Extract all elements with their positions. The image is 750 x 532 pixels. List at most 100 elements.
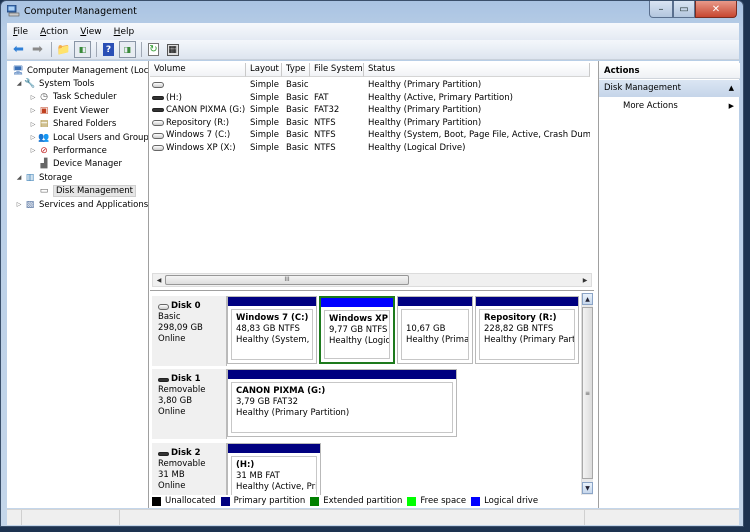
partition[interactable]: Windows 7 (C:) 48,83 GB NTFS Healthy (Syst… <box>227 296 317 364</box>
tree-item-storage[interactable]: ◢ ▥ Storage <box>15 171 73 184</box>
expanded-arrow-icon[interactable]: ◢ <box>15 174 23 181</box>
partition-status: Healthy (System, Bo <box>236 335 312 345</box>
column-header-volume[interactable]: Volume <box>150 63 246 77</box>
tree-item-event-viewer[interactable]: ▷ ▣ Event Viewer <box>29 104 109 117</box>
show-hide-action-pane-button[interactable]: ◨ <box>119 41 136 58</box>
cell-text: FAT32 <box>314 105 340 116</box>
scroll-up-icon[interactable]: ▲ <box>582 293 593 305</box>
tree-item-services-and-applications[interactable]: ▷ ▧ Services and Applications <box>15 198 148 211</box>
toolbar-separator <box>96 42 97 57</box>
volume-list-horizontal-scrollbar[interactable]: ◀ III ▶ <box>152 273 592 287</box>
properties-button[interactable]: ▦ <box>164 41 181 58</box>
refresh-button[interactable]: ↻ <box>145 41 162 58</box>
minimize-button[interactable]: – <box>649 1 673 18</box>
disk-name: Disk 0 <box>158 301 226 312</box>
menu-action[interactable]: Action <box>34 27 74 37</box>
disk-info[interactable]: Disk 1 Removable 3,80 GB Online <box>152 369 227 439</box>
cell-status: Healthy (Primary Partition) <box>364 117 590 130</box>
partition[interactable]: Windows XP (9,77 GB NTFS Healthy (Logica <box>319 296 395 364</box>
tree-item-computer-management-local[interactable]: 🖥 Computer Management (Local <box>11 64 149 77</box>
close-button[interactable]: ✕ <box>695 1 737 18</box>
column-header-type[interactable]: Type <box>282 63 310 77</box>
cell-text: NTFS <box>314 143 336 153</box>
tree-item-task-scheduler[interactable]: ▷ ◷ Task Scheduler <box>29 91 117 104</box>
table-row[interactable]: Repository (R:) Simple Basic NTFS Healthy (P… <box>150 117 590 130</box>
collapsed-arrow-icon[interactable]: ▷ <box>29 134 37 141</box>
disk-view-vertical-scrollbar[interactable]: ▲ ≡ ▼ <box>581 293 593 495</box>
status-cell <box>22 510 120 525</box>
tree-item-label: Computer Management (Local <box>27 65 149 76</box>
scroll-right-icon[interactable]: ▶ <box>579 274 591 286</box>
cell-volume: Repository (R:) <box>150 117 246 130</box>
partition-details: CANON PIXMA (G:) 3,79 GB FAT32 Healthy (Pr… <box>231 382 453 433</box>
partition[interactable]: (H:) 31 MB FAT Healthy (Active, Prim <box>227 443 321 495</box>
action-label: More Actions <box>623 101 678 111</box>
services-icon: ▧ <box>25 199 35 210</box>
table-row[interactable]: Windows 7 (C:) Simple Basic NTFS Healthy (Sy… <box>150 129 590 142</box>
back-button[interactable]: ⬅ <box>10 41 27 58</box>
menu-bar: File Action View Help <box>7 23 739 40</box>
maximize-button[interactable]: ▭ <box>673 1 695 18</box>
column-header-file-system[interactable]: File System <box>310 63 364 77</box>
computer-management-window: Computer Management – ▭ ✕ File Action View… <box>0 0 744 527</box>
actions-section-disk-management[interactable]: Disk Management ▲ <box>599 80 740 97</box>
cell-text: Healthy (System, Boot, Page File, Active… <box>368 130 590 141</box>
menu-help[interactable]: Help <box>108 27 141 37</box>
forward-button[interactable]: ➡ <box>29 41 46 58</box>
scroll-down-icon[interactable]: ▼ <box>582 482 593 494</box>
cell-text: Healthy (Active, Primary Partition) <box>368 92 513 103</box>
cell-text: Simple <box>250 80 280 90</box>
tree-item-label: Device Manager <box>53 159 123 170</box>
help-button[interactable]: ? <box>100 41 117 58</box>
table-row[interactable]: Simple Basic Healthy (Primary Partition) <box>150 79 590 92</box>
collapse-up-icon: ▲ <box>728 84 734 92</box>
menu-view[interactable]: View <box>74 27 107 37</box>
cell-text: Basic <box>286 143 309 153</box>
partition-name <box>406 313 464 324</box>
scroll-left-icon[interactable]: ◀ <box>153 274 165 286</box>
column-header-status[interactable]: Status <box>364 63 590 77</box>
tree-item-system-tools[interactable]: ◢ 🔧 System Tools <box>15 77 95 90</box>
clock-icon: ◷ <box>40 92 48 103</box>
cell-volume: (H:) <box>150 92 246 105</box>
partition[interactable]: 10,67 GBHealthy (Primary <box>397 296 473 364</box>
tree-item-disk-management[interactable]: ▭ Disk Management <box>29 185 136 198</box>
disk-info[interactable]: Disk 0 Basic 298,09 GB Online <box>152 296 227 366</box>
cell-text: Simple <box>250 105 280 116</box>
table-row[interactable]: (H:) Simple Basic FAT Healthy (Active, Prima… <box>150 92 590 105</box>
cell-text: Basic <box>286 130 309 141</box>
tree-item-shared-folders[interactable]: ▷ ▤ Shared Folders <box>29 118 117 131</box>
column-header-layout[interactable]: Layout <box>246 63 282 77</box>
back-arrow-icon: ⬅ <box>13 42 24 57</box>
partition[interactable]: Repository (R:) 228,82 GB NTFS Healthy (Pr… <box>475 296 579 364</box>
partition[interactable]: CANON PIXMA (G:) 3,79 GB FAT32 Healthy (Pr… <box>227 369 457 437</box>
menu-file[interactable]: File <box>7 27 34 37</box>
collapsed-arrow-icon[interactable]: ▷ <box>29 107 37 114</box>
tree-item-local-users-and-groups[interactable]: ▷ 👥 Local Users and Groups <box>29 131 148 144</box>
tree-item-device-manager[interactable]: ▟ Device Manager <box>29 158 123 171</box>
table-row[interactable]: CANON PIXMA (G:) Simple Basic FAT32 Healthy … <box>150 104 590 117</box>
expanded-arrow-icon[interactable]: ◢ <box>15 80 23 87</box>
up-one-level-button[interactable]: 📁 <box>55 41 72 58</box>
collapsed-arrow-icon[interactable]: ▷ <box>29 147 37 154</box>
legend-label: Extended partition <box>323 496 403 506</box>
legend-swatch <box>471 496 481 506</box>
scroll-thumb[interactable]: ≡ <box>582 307 593 479</box>
show-hide-console-tree-icon: ◧ <box>78 45 87 54</box>
legend-swatch <box>220 496 230 506</box>
disk-info[interactable]: Disk 2 Removable 31 MB Online <box>152 443 227 495</box>
cell-status: Healthy (Active, Primary Partition) <box>364 92 590 105</box>
partition-status: Healthy (Primary Partition) <box>236 408 350 418</box>
table-row[interactable]: Windows XP (X:) Simple Basic NTFS Healthy (L… <box>150 142 590 155</box>
partition-status: Healthy (Primary Partiti <box>484 335 575 345</box>
collapsed-arrow-icon[interactable]: ▷ <box>29 121 37 128</box>
action-more-actions[interactable]: More Actions ▶ <box>599 99 740 114</box>
legend-label: Primary partition <box>233 496 306 506</box>
scroll-thumb[interactable]: III <box>165 275 409 285</box>
partition-name: CANON PIXMA (G:) <box>236 386 326 396</box>
title-bar[interactable]: Computer Management – ▭ ✕ <box>1 1 743 23</box>
collapsed-arrow-icon[interactable]: ▷ <box>29 94 37 101</box>
collapsed-arrow-icon[interactable]: ▷ <box>15 201 23 208</box>
tree-item-performance[interactable]: ▷ ⊘ Performance <box>29 144 107 157</box>
show-hide-console-tree-button[interactable]: ◧ <box>74 41 91 58</box>
